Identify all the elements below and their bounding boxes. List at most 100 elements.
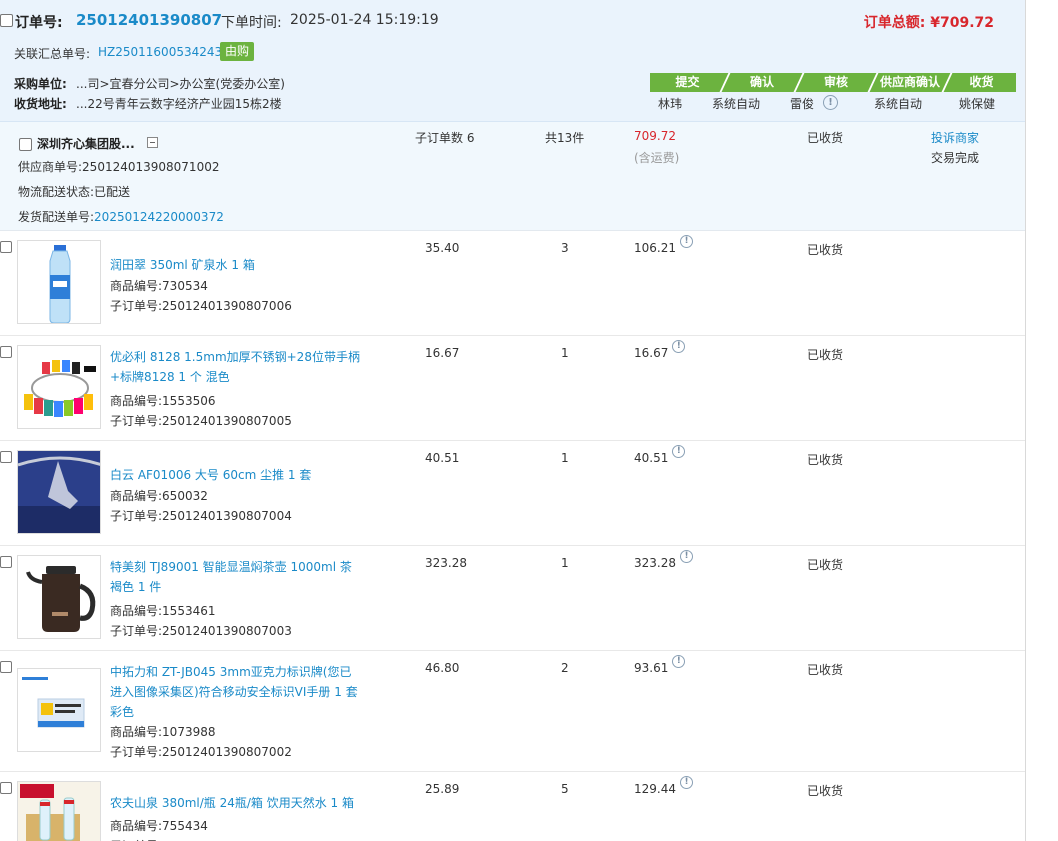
item-checkbox[interactable] — [0, 661, 12, 673]
product-code-value: 1073988 — [162, 725, 216, 739]
logistics-status: 已配送 — [94, 185, 131, 199]
product-name[interactable]: 优必利 8128 1.5mm加厚不锈钢+28位带手柄+标牌8128 1 个 混色 — [110, 347, 360, 387]
supplier-checkbox[interactable] — [19, 138, 32, 151]
product-name[interactable]: 白云 AF01006 大号 60cm 尘推 1 套 — [110, 465, 360, 485]
step-review: 审核 — [799, 73, 873, 92]
item-checkbox[interactable] — [0, 451, 12, 463]
order-header: 订单号: 25012401390807 下单时间: 2025-01-24 15:… — [0, 0, 1025, 122]
ship-number[interactable]: 20250124220000372 — [94, 210, 224, 224]
unit-price: 46.80 — [425, 661, 460, 675]
line-amount: 93.61! — [634, 655, 686, 675]
key-tags-icon — [24, 360, 96, 417]
sub-order-number: 子订单号:25012401390807003 — [110, 622, 292, 639]
product-name[interactable]: 中拓力和 ZT-JB045 3mm亚克力标识牌(您已进入图像采集区)符合移动安全… — [110, 662, 360, 722]
collapse-icon[interactable] — [147, 137, 158, 148]
unit-price: 40.51 — [425, 451, 460, 465]
order-time: 2025-01-24 15:19:19 — [290, 12, 439, 28]
sub-order-value: 25012401390807005 — [162, 414, 292, 428]
sign-board-icon — [18, 669, 100, 751]
line-amount-value: 93.61 — [634, 661, 669, 675]
line-amount: 129.44! — [634, 776, 693, 796]
logistics-label: 物流配送状态: — [18, 185, 95, 199]
product-code: 商品编号:755434 — [110, 817, 208, 834]
item-checkbox[interactable] — [0, 782, 12, 794]
total-pieces: 共13件 — [545, 131, 585, 145]
product-code: 商品编号:1553461 — [110, 602, 216, 619]
product-name[interactable]: 润田翠 350ml 矿泉水 1 箱 — [110, 255, 360, 275]
amount-info-icon[interactable]: ! — [672, 655, 686, 668]
product-thumbnail[interactable] — [17, 555, 101, 639]
product-code-label: 商品编号: — [110, 725, 163, 739]
review-info-icon[interactable]: ! — [823, 95, 838, 110]
product-name[interactable]: 特美刻 TJ89001 智能显温焖茶壶 1000ml 茶褐色 1 件 — [110, 557, 360, 597]
step-supplier-confirm-person: 系统自动 — [873, 97, 922, 111]
order-time-label: 下单时间: — [221, 15, 282, 31]
supplier-name: 深圳齐心集团股... — [37, 137, 135, 151]
step-review-person-name: 雷俊 — [789, 97, 814, 111]
item-status: 已收货 — [807, 784, 844, 798]
product-thumbnail[interactable] — [17, 668, 101, 752]
product-thumbnail[interactable] — [17, 240, 101, 324]
sub-order-label: 子订单号: — [110, 624, 163, 638]
product-code-value: 755434 — [162, 819, 208, 833]
product-code: 商品编号:1073988 — [110, 723, 216, 740]
unit-price: 25.89 — [425, 782, 460, 796]
step-supplier-confirm: 供应商确认 — [873, 73, 947, 92]
amount-info-icon[interactable]: ! — [672, 445, 686, 458]
amount-info-icon[interactable]: ! — [680, 235, 693, 248]
quantity: 3 — [561, 241, 569, 255]
table-row: 特美刻 TJ89001 智能显温焖茶壶 1000ml 茶褐色 1 件 商品编号:… — [0, 546, 1025, 651]
product-thumbnail[interactable] — [17, 345, 101, 429]
order-checkbox[interactable] — [0, 14, 13, 27]
item-checkbox[interactable] — [0, 241, 12, 253]
step-submit: 提交 — [650, 73, 725, 92]
supplier-amount: 709.72 — [634, 129, 676, 143]
logistics-line: 物流配送状态:已配送 — [18, 183, 130, 200]
amount-info-icon[interactable]: ! — [680, 550, 693, 563]
supplier-status: 已收货 — [807, 131, 844, 145]
approval-progress-bar: 提交 确认 审核 供应商确认 收货 — [650, 73, 1016, 92]
amount-info-icon[interactable]: ! — [672, 340, 686, 353]
item-status: 已收货 — [807, 453, 844, 467]
step-confirm: 确认 — [725, 73, 799, 92]
step-confirm-person: 系统自动 — [711, 97, 760, 111]
order-total-label: 订单总额: — [863, 15, 931, 31]
sub-order-value: 25012401390807002 — [162, 745, 292, 759]
step-submit-person: 林玮 — [657, 97, 682, 111]
address-value: ...22号青年云数字经济产业园15栋2楼 — [76, 97, 282, 111]
product-code-value: 730534 — [162, 279, 208, 293]
item-checkbox[interactable] — [0, 346, 12, 358]
tea-pot-icon — [26, 566, 96, 632]
item-checkbox[interactable] — [0, 556, 12, 568]
supplier-order-line: 供应商单号:250124013908071002 — [18, 158, 219, 175]
dust-mop-icon — [18, 451, 100, 533]
sub-order-label: 子订单号: — [110, 299, 163, 313]
sub-order-label: 子订单号: — [110, 509, 163, 523]
complain-link[interactable]: 投诉商家 — [931, 129, 979, 146]
summary-number-label: 关联汇总单号: — [14, 47, 91, 61]
amount-info-icon[interactable]: ! — [680, 776, 693, 789]
product-code: 商品编号:1553506 — [110, 392, 216, 409]
buyer-value: ...司>宜春分公司>办公室(党委办公室) — [76, 77, 285, 91]
table-row: 优必利 8128 1.5mm加厚不锈钢+28位带手柄+标牌8128 1 个 混色… — [0, 336, 1025, 441]
line-amount: 40.51! — [634, 445, 686, 465]
product-thumbnail[interactable] — [17, 450, 101, 534]
quantity: 2 — [561, 661, 569, 675]
product-thumbnail[interactable] — [17, 781, 101, 841]
line-amount-value: 129.44 — [634, 782, 676, 796]
supplier-section: 深圳齐心集团股... 供应商单号:250124013908071002 物流配送… — [0, 122, 1025, 231]
product-code-label: 商品编号: — [110, 819, 163, 833]
unit-price: 35.40 — [425, 241, 460, 255]
product-name[interactable]: 农夫山泉 380ml/瓶 24瓶/箱 饮用天然水 1 箱 — [110, 793, 360, 813]
item-status: 已收货 — [807, 558, 844, 572]
freight-note: (含运费) — [634, 151, 680, 165]
order-total-value: ¥709.72 — [930, 15, 994, 31]
order-number-label: 订单号: — [15, 15, 63, 31]
summary-number[interactable]: HZ25011600534243 — [98, 45, 222, 59]
order-number[interactable]: 25012401390807 — [76, 11, 222, 29]
unit-price: 16.67 — [425, 346, 460, 360]
sub-order-number: 子订单号:25012401390807005 — [110, 412, 292, 429]
item-status: 已收货 — [807, 243, 844, 257]
sub-order-label: 子订单号: — [110, 414, 163, 428]
sub-order-value: 25012401390807004 — [162, 509, 292, 523]
